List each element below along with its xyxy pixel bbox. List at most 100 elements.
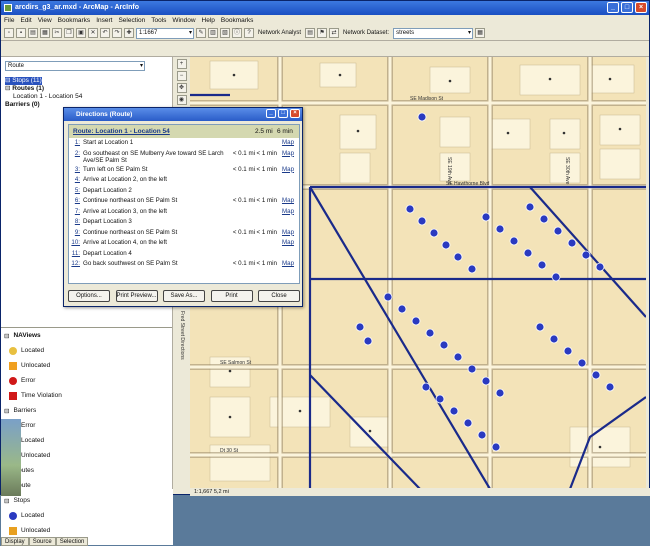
zoom-in-icon[interactable]: +	[176, 59, 187, 69]
step-number[interactable]: 11:	[69, 250, 83, 257]
step-map-link[interactable]: Map	[277, 166, 299, 173]
tree-route-item[interactable]: Location 1 - Location 54	[5, 93, 82, 101]
minimize-icon[interactable]: _	[607, 2, 619, 13]
maximize-icon[interactable]: □	[621, 2, 633, 13]
arctoolbox-icon[interactable]: ▥	[208, 28, 218, 38]
identify-icon[interactable]: ⓘ	[232, 28, 242, 38]
step-number[interactable]: 12:	[69, 260, 83, 267]
na-solve-icon[interactable]: ⚑	[317, 28, 328, 38]
direction-step[interactable]: 3: Turn left on SE Palm St < 0.1 mi < 1 min…	[69, 165, 299, 176]
toc-item[interactable]: Unlocated	[1, 448, 173, 463]
step-number[interactable]: 5:	[69, 187, 83, 194]
step-number[interactable]: 7:	[69, 208, 83, 215]
direction-step[interactable]: 4: Arrive at Location 2, on the left	[69, 175, 299, 186]
toc-item[interactable]: ⊟ Stops	[1, 493, 173, 508]
toc-item[interactable]: Unlocated	[1, 523, 173, 538]
direction-step[interactable]: 12: Go back southwest on SE Palm St < 0.1 …	[69, 259, 299, 270]
step-number[interactable]: 1:	[69, 139, 83, 146]
redo-icon[interactable]: ↷	[112, 28, 122, 38]
menu-bookmarks-2[interactable]: Bookmarks	[221, 15, 254, 26]
toc-item[interactable]: Located	[1, 433, 173, 448]
toc-item[interactable]: Time Violation	[1, 388, 173, 403]
menu-edit[interactable]: Edit	[20, 15, 31, 26]
menu-help[interactable]: Help	[202, 15, 215, 26]
print-icon[interactable]: ▦	[40, 28, 50, 38]
dialog-maximize-icon[interactable]: □	[278, 109, 288, 118]
step-map-link[interactable]: Map	[277, 260, 299, 267]
menu-tools[interactable]: Tools	[151, 15, 166, 26]
cut-icon[interactable]: ✂	[52, 28, 62, 38]
menu-bookmarks[interactable]: Bookmarks	[58, 15, 91, 26]
toc-item[interactable]: ⊟ Route	[1, 478, 173, 493]
close-icon[interactable]: ×	[635, 2, 647, 13]
step-map-link[interactable]: Map	[277, 229, 299, 236]
toc-item[interactable]: Error	[1, 373, 173, 388]
step-number[interactable]: 10:	[69, 239, 83, 246]
add-data-icon[interactable]: ✚	[124, 28, 134, 38]
na-layer-combo[interactable]: Route	[5, 61, 145, 71]
print-preview-button[interactable]: Print Preview...	[115, 290, 158, 302]
route-summary-row[interactable]: Route: Location 1 - Location 54 2.5 mi 6…	[69, 125, 299, 138]
toc-item[interactable]: Located	[1, 508, 173, 523]
direction-step[interactable]: 9: Continue northeast on SE Palm St < 0.1 …	[69, 228, 299, 239]
save-as-button[interactable]: Save As...	[163, 290, 205, 302]
menu-selection[interactable]: Selection	[118, 15, 145, 26]
menu-insert[interactable]: Insert	[96, 15, 112, 26]
zoom-out-icon[interactable]: −	[176, 71, 187, 81]
direction-step[interactable]: 10: Arrive at Location 4, on the left Map	[69, 238, 299, 249]
save-icon[interactable]: ▤	[28, 28, 38, 38]
print-button[interactable]: Print	[210, 290, 253, 302]
toc-group[interactable]: ⊟ NAViews	[1, 328, 173, 343]
step-number[interactable]: 4:	[69, 176, 83, 183]
direction-step[interactable]: 11: Depart Location 4	[69, 249, 299, 260]
editor-icon[interactable]: ✎	[196, 28, 206, 38]
toc-item[interactable]: ⊟ Routes	[1, 463, 173, 478]
toc-item[interactable]: Error	[1, 418, 173, 433]
new-icon[interactable]: ▫	[4, 28, 14, 38]
catalog-icon[interactable]: ▧	[220, 28, 230, 38]
step-map-link[interactable]: Map	[277, 139, 299, 146]
paste-icon[interactable]: ▣	[76, 28, 86, 38]
direction-step[interactable]: 7: Arrive at Location 3, on the left Map	[69, 207, 299, 218]
menu-view[interactable]: View	[38, 15, 52, 26]
na-directions-icon[interactable]: ⇄	[329, 28, 340, 38]
network-analyst-label[interactable]: Network Analyst	[256, 30, 303, 36]
direction-step[interactable]: 8: Depart Location 3	[69, 217, 299, 228]
toc-item[interactable]: Unlocated	[1, 358, 173, 373]
route-summary-title[interactable]: Route: Location 1 - Location 54	[73, 128, 255, 135]
direction-step[interactable]: 2: Go southeast on SE Mulberry Ave toward…	[69, 149, 299, 165]
tree-routes[interactable]: ⊟ Routes (1)	[5, 85, 82, 93]
step-map-link[interactable]: Map	[277, 150, 299, 157]
tree-stops[interactable]: ⊟ Stops (11)	[5, 77, 42, 85]
tab-selection[interactable]: Selection	[55, 537, 89, 546]
direction-step[interactable]: 5: Depart Location 2	[69, 186, 299, 197]
step-number[interactable]: 2:	[69, 150, 83, 157]
network-dataset-combo[interactable]: streets	[393, 27, 474, 39]
open-icon[interactable]: ▪	[16, 28, 26, 38]
undo-icon[interactable]: ↶	[100, 28, 110, 38]
step-map-link[interactable]: Map	[277, 197, 299, 204]
direction-step[interactable]: 6: Continue northeast on SE Palm St < 0.1 …	[69, 196, 299, 207]
pan-icon[interactable]: ✥	[176, 83, 187, 93]
menu-file[interactable]: File	[4, 15, 14, 26]
help-icon[interactable]: ?	[244, 28, 254, 38]
na-window-icon[interactable]: ▤	[305, 28, 316, 38]
step-map-link[interactable]: Map	[277, 208, 299, 215]
delete-icon[interactable]: ✕	[88, 28, 98, 38]
scale-combo[interactable]: 1:1667	[136, 27, 194, 39]
menu-window[interactable]: Window	[172, 15, 195, 26]
options-button[interactable]: Options...	[68, 290, 110, 302]
step-number[interactable]: 6:	[69, 197, 83, 204]
direction-step[interactable]: 1: Start at Location 1 Map	[69, 138, 299, 149]
directions-side-tab[interactable]: Fred Street Directions	[175, 311, 185, 391]
step-number[interactable]: 9:	[69, 229, 83, 236]
dialog-close-icon[interactable]: ×	[290, 109, 300, 118]
tab-display[interactable]: Display	[1, 537, 29, 546]
step-number[interactable]: 3:	[69, 166, 83, 173]
step-number[interactable]: 8:	[69, 218, 83, 225]
toc-item[interactable]: Located	[1, 343, 173, 358]
step-map-link[interactable]: Map	[277, 239, 299, 246]
dialog-minimize-icon[interactable]: _	[266, 109, 276, 118]
close-button[interactable]: Close	[258, 290, 300, 302]
copy-icon[interactable]: ❐	[64, 28, 74, 38]
